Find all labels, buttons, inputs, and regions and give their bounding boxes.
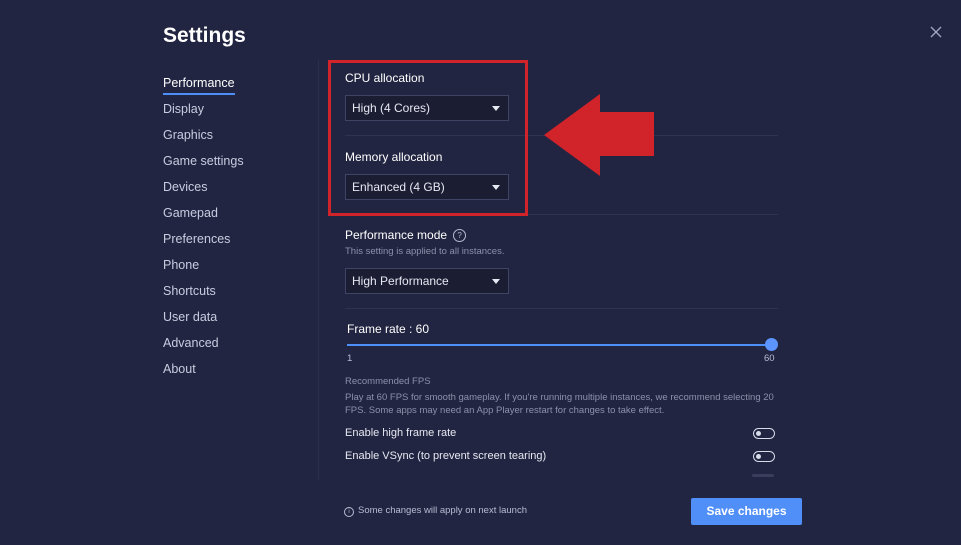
sidebar-item-label: Advanced [163,336,219,350]
page-title: Settings [163,24,246,47]
sidebar-item-shortcuts[interactable]: Shortcuts [163,282,303,308]
help-icon[interactable]: ? [453,229,467,242]
settings-sidebar: Performance Display Graphics Game settin… [163,74,303,386]
save-button[interactable]: Save changes [691,498,802,525]
frame-rate-min-label: 1 [347,353,353,364]
sidebar-item-label: Graphics [163,128,214,142]
sidebar-item-about[interactable]: About [163,360,303,386]
info-icon: i [344,507,354,517]
sidebar-item-graphics[interactable]: Graphics [163,126,303,152]
performance-mode-note: This setting is applied to all instances… [345,246,505,257]
sidebar-item-label: Game settings [163,154,244,168]
sidebar-item-display[interactable]: Display [163,100,303,126]
vsync-row: Enable VSync (to prevent screen tearing) [345,450,777,468]
frame-rate-max-label: 60 [764,353,775,364]
sidebar-item-label: Shortcuts [163,284,216,298]
sidebar-item-advanced[interactable]: Advanced [163,334,303,360]
sidebar-item-label: Devices [163,180,208,194]
close-icon[interactable] [928,24,944,40]
settings-window: Settings Performance Display Graphics Ga… [0,0,961,545]
sidebar-item-label: Display [163,102,204,116]
divider [345,308,778,309]
sidebar-item-phone[interactable]: Phone [163,256,303,282]
sidebar-item-performance[interactable]: Performance [163,74,303,100]
high-frame-rate-row: Enable high frame rate [345,427,777,445]
toggle-knob [756,453,761,459]
highlight-box [328,60,528,216]
frame-rate-slider-fill [347,344,771,346]
sidebar-item-gamepad[interactable]: Gamepad [163,204,303,230]
sidebar-item-label: Phone [163,258,200,272]
sidebar-item-label: Gamepad [163,206,218,220]
performance-mode-select[interactable]: High Performance [345,268,509,294]
scroll-indicator[interactable] [752,474,774,477]
restart-note-text: Some changes will apply on next launch [358,505,527,516]
sidebar-item-label: User data [163,310,218,324]
performance-mode-value: High Performance [352,274,449,288]
vsync-label: Enable VSync (to prevent screen tearing) [345,450,547,462]
recommended-fps-text: Play at 60 FPS for smooth gameplay. If y… [345,392,774,416]
sidebar-item-preferences[interactable]: Preferences [163,230,303,256]
performance-mode-label: Performance mode? [345,228,467,242]
vsync-toggle[interactable] [753,451,775,462]
sidebar-item-user-data[interactable]: User data [163,308,303,334]
recommended-fps-title: Recommended FPS [345,376,431,387]
chevron-down-icon [492,279,500,284]
toggle-knob [756,430,761,436]
frame-rate-slider-handle[interactable] [764,338,778,351]
frame-rate-label: Frame rate : 60 [347,322,430,336]
sidebar-item-devices[interactable]: Devices [163,178,303,204]
sidebar-divider [318,60,319,480]
frame-rate-slider[interactable] [347,344,771,346]
sidebar-item-label: Preferences [163,232,231,246]
performance-mode-title: Performance mode [345,228,448,242]
high-frame-rate-label: Enable high frame rate [345,427,457,439]
high-frame-rate-toggle[interactable] [753,428,775,439]
pointer-arrow-icon [544,94,654,176]
sidebar-item-label: About [163,362,196,376]
restart-note: i Some changes will apply on next launch [344,505,527,517]
sidebar-item-game-settings[interactable]: Game settings [163,152,303,178]
sidebar-item-label: Performance [163,74,235,95]
